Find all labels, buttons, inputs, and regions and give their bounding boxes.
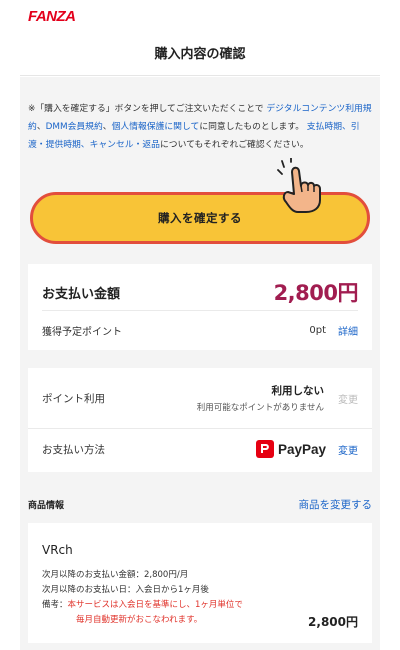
notice-text: ※「購入を確定する」ボタンを押してご注文いただくことで bbox=[28, 104, 267, 114]
paypay-name: PayPay bbox=[277, 441, 326, 457]
payment-amount-row: お支払い金額 2,800円 bbox=[42, 278, 359, 306]
note-text-1: 本サービスは入会日を基準にし、1ヶ月単位で bbox=[67, 600, 243, 610]
product-section-title: 商品情報 bbox=[28, 501, 65, 511]
divider bbox=[28, 428, 372, 429]
payment-options-card: ポイント利用 利用しない 利用可能なポイントがありません 変更 お支払い方法 P… bbox=[28, 368, 372, 472]
point-use-change-button: 変更 bbox=[338, 394, 358, 406]
payment-method-label: お支払い方法 bbox=[42, 443, 105, 456]
point-use-note: 利用可能なポイントがありません bbox=[196, 403, 324, 413]
notice-text: 、 bbox=[102, 122, 112, 132]
page-title: 購入内容の確認 bbox=[154, 47, 246, 62]
note-label: 備考： bbox=[42, 600, 68, 610]
pointing-hand-icon bbox=[277, 158, 321, 213]
notice-text: 、 bbox=[36, 122, 46, 132]
next-payment-date: 次月以降のお支払い日：入会日から1ヶ月後 bbox=[42, 585, 209, 595]
points-row: 獲得予定ポイント 0pt 詳細 bbox=[42, 320, 358, 340]
payment-method-change-button[interactable]: 変更 bbox=[338, 442, 358, 457]
point-use-value: 利用しない 利用可能なポイントがありません bbox=[197, 383, 324, 413]
privacy-link[interactable]: 個人情報保護に関して bbox=[112, 122, 200, 132]
payment-amount-label: お支払い金額 bbox=[42, 286, 121, 302]
point-use-status: 利用しない bbox=[271, 385, 325, 397]
note-text-2: 毎月自動更新がおこなわれます。 bbox=[76, 615, 203, 625]
notice-text: についてもそれぞれご確認ください。 bbox=[159, 140, 309, 150]
purchase-confirm-page: FANZA 購入内容の確認 ※「購入を確定する」ボタンを押してご注文いただくこと… bbox=[0, 0, 400, 650]
title-bar: 購入内容の確認 bbox=[20, 30, 380, 76]
top-bar: FANZA bbox=[0, 0, 400, 30]
product-note: 備考：本サービスは入会日を基準にし、1ヶ月単位で bbox=[42, 598, 243, 613]
divider bbox=[42, 310, 358, 311]
product-card: VRch 次月以降のお支払い金額：2,800円/月 次月以降のお支払い日：入会日… bbox=[28, 523, 372, 643]
point-use-row: ポイント利用 利用しない 利用可能なポイントがありません 変更 bbox=[42, 380, 358, 416]
fanza-logo[interactable]: FANZA bbox=[28, 8, 76, 25]
product-price: 2,800円 bbox=[308, 615, 358, 629]
product-name: VRch bbox=[42, 543, 73, 557]
member-terms-link[interactable]: DMM会員規約 bbox=[46, 122, 103, 132]
points-label: 獲得予定ポイント bbox=[42, 326, 122, 338]
point-use-label: ポイント利用 bbox=[42, 392, 105, 405]
product-section-header: 商品情報 商品を変更する bbox=[28, 497, 372, 512]
points-value: 0pt bbox=[309, 324, 326, 336]
product-details: 次月以降のお支払い金額：2,800円/月 次月以降のお支払い日：入会日から1ヶ月… bbox=[42, 568, 243, 628]
payment-summary-card: お支払い金額 2,800円 獲得予定ポイント 0pt 詳細 bbox=[28, 264, 372, 350]
points-detail-link[interactable]: 詳細 bbox=[338, 323, 358, 338]
paypay-icon bbox=[255, 440, 274, 458]
next-payment-amount: 次月以降のお支払い金額：2,800円/月 bbox=[42, 570, 189, 580]
payment-amount-value: 2,800円 bbox=[273, 281, 359, 305]
paypay-logo: PayPay bbox=[255, 440, 326, 458]
notice-text: に同意したものとします。 bbox=[199, 122, 307, 132]
terms-notice: ※「購入を確定する」ボタンを押してご注文いただくことで デジタルコンテンツ利用規… bbox=[28, 100, 372, 154]
payment-method-row: お支払い方法 PayPay 変更 bbox=[42, 438, 358, 460]
change-product-link[interactable]: 商品を変更する bbox=[299, 497, 373, 512]
confirm-purchase-label: 購入を確定する bbox=[158, 211, 242, 225]
